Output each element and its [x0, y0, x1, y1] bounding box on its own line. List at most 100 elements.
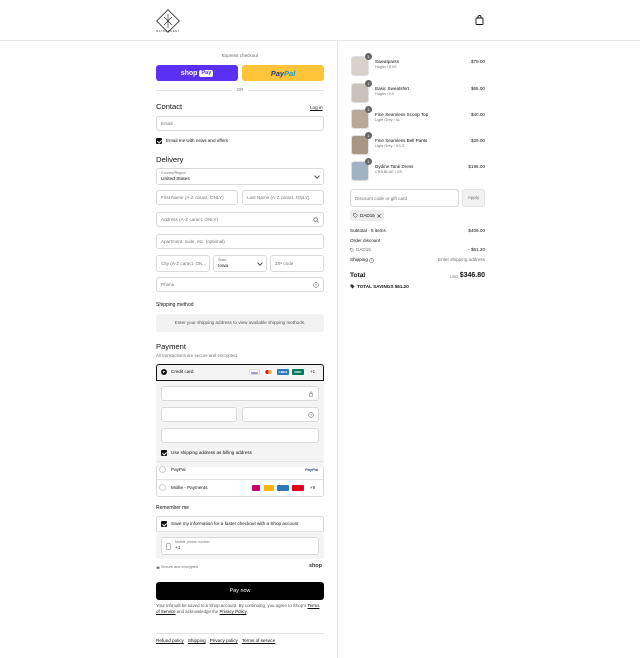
billing-address-label: Use shipping address as billing address: [171, 450, 252, 455]
shipping-method-heading: Shipping method: [156, 302, 194, 308]
shipping-label: Shipping: [350, 257, 368, 262]
city-field[interactable]: City (A-Z caract. ON...: [156, 255, 210, 272]
tag-icon: [350, 284, 355, 289]
payment-brand-icon: [292, 485, 304, 491]
cart-item: 1 Dydine Tank Dress CRA BLUE / XS $195.0…: [351, 158, 485, 183]
logo-text: BATHDECENT: [156, 30, 180, 33]
city-placeholder: City (A-Z caract. ON...: [161, 261, 207, 266]
expiration-field[interactable]: [161, 407, 237, 422]
product-price: $29.00: [470, 138, 485, 143]
paypal-radio[interactable]: [159, 466, 166, 473]
email-field[interactable]: Email: [156, 116, 324, 131]
mobile-phone-label: Mobile phone number: [175, 540, 210, 544]
chevron-down-icon: [257, 260, 263, 266]
privacy-link[interactable]: Privacy Policy: [219, 609, 246, 614]
total-value: $346.80: [459, 272, 485, 279]
payment-brand-icon: [277, 485, 289, 491]
product-name: Dydine Tank Dress: [375, 164, 414, 169]
product-variant: CRA BLUE / XS: [375, 170, 403, 174]
billing-address-checkbox[interactable]: [161, 450, 167, 456]
card-number-field[interactable]: [161, 386, 319, 401]
savings-row: TOTAL SAVINGS $61.20: [350, 284, 485, 291]
mobile-phone-field[interactable]: Mobile phone number +1: [161, 537, 319, 555]
state-label: State: [218, 258, 227, 262]
shop-pay-button[interactable]: shop Pay: [156, 65, 238, 81]
help-icon[interactable]: ?: [313, 282, 319, 288]
phone-placeholder: Phone: [161, 282, 175, 287]
discount-code-label: DAD15: [356, 247, 371, 252]
discount-code-row: DAD15 - $61.20: [350, 247, 485, 254]
product-price: $79.00: [470, 59, 485, 64]
legal-text-2: and acknowledge the: [175, 609, 220, 615]
quantity-badge: 1: [365, 53, 372, 60]
search-icon: [313, 217, 319, 223]
discount-code-field[interactable]: Discount code or gift card: [350, 189, 459, 207]
payment-brand-icon: [252, 485, 260, 491]
first-name-field[interactable]: First Name (A-Z caract. ONLY): [156, 190, 238, 205]
apartment-field[interactable]: Apartment, suite, etc. (optional): [156, 234, 324, 249]
savings-label: TOTAL SAVINGS $61.20: [357, 284, 409, 289]
close-icon[interactable]: [377, 213, 381, 218]
payment-heading: Payment: [156, 342, 186, 351]
zip-field[interactable]: ZIP code: [270, 255, 324, 272]
refund-policy-link[interactable]: Refund policy: [156, 638, 184, 643]
footer-links: Refund policy Shipping Privacy policy Terms…: [156, 638, 279, 643]
total-row: Total USD $346.80: [350, 272, 485, 282]
svg-text:?: ?: [315, 283, 317, 287]
save-info-label: Save my information for a faster checkou…: [171, 521, 299, 526]
mollie-option-label: Mollie - Payments: [171, 485, 208, 490]
product-variant: Hoglin / XS: [375, 92, 394, 96]
security-code-field[interactable]: ?: [242, 407, 319, 422]
header: BATHDECENT: [0, 0, 640, 41]
country-select[interactable]: Country/Region United States: [156, 168, 324, 185]
pay-now-button[interactable]: Pay now: [156, 582, 324, 600]
product-variant: Light Grey / XL: [375, 118, 401, 122]
product-variant: Light Grey / XS-S: [375, 144, 405, 148]
payment-subtitle: All transactions are secure and encrypte…: [156, 353, 239, 358]
apartment-placeholder: Apartment, suite, etc. (optional): [161, 239, 225, 244]
payment-brand-icon: [264, 485, 274, 491]
apply-button[interactable]: Apply: [462, 189, 485, 207]
address-field[interactable]: Address (A-Z caract. ONLY): [156, 212, 324, 227]
name-on-card-field[interactable]: [161, 428, 319, 443]
paypal-button[interactable]: Pay Pal: [242, 65, 324, 81]
total-label: Total: [350, 272, 366, 279]
savings-value: $61.20: [394, 284, 409, 289]
svg-text:?: ?: [371, 258, 373, 262]
lock-icon: [308, 391, 314, 397]
newsletter-label: Email me with news and offers: [166, 138, 229, 143]
shipping-link[interactable]: Shipping: [188, 638, 206, 643]
privacy-policy-link[interactable]: Privacy policy: [210, 638, 238, 643]
order-summary-panel: [337, 41, 640, 658]
mollie-radio[interactable]: [159, 484, 166, 491]
order-discount-row: Order discount: [350, 238, 485, 245]
phone-field[interactable]: Phone ?: [156, 277, 324, 292]
shopping-bag-icon[interactable]: [475, 15, 484, 25]
subtotal-label: Subtotal · 5 items: [350, 228, 386, 233]
help-icon[interactable]: ?: [308, 412, 314, 418]
divider: [157, 461, 323, 462]
visa-icon: VISA: [249, 369, 260, 375]
shop-pay-suffix: Pay: [199, 69, 214, 77]
credit-card-radio[interactable]: [161, 369, 167, 375]
product-name: Fine Seamless Bell Pants: [375, 138, 428, 143]
cart-item: 1 Basic Sweatshirt Hoglin / XS $65.00: [351, 80, 485, 105]
amex-icon: AMEX: [277, 369, 289, 375]
legal-text-3: .: [246, 609, 248, 615]
last-name-field[interactable]: Last Name (A-Z caract. ONLY): [242, 190, 324, 205]
state-select[interactable]: State Iowa: [213, 255, 267, 272]
help-icon[interactable]: ?: [369, 257, 374, 263]
login-link[interactable]: Log in: [310, 105, 323, 110]
first-name-placeholder: First Name (A-Z caract. ONLY): [161, 195, 224, 200]
or-text: OR: [232, 87, 248, 92]
newsletter-checkbox[interactable]: [156, 138, 162, 144]
terms-of-service-link[interactable]: Terms of service: [242, 638, 275, 643]
legal-text: Your info will be saved to a Shop accoun…: [156, 603, 324, 615]
shipping-row: Shipping ? Enter shipping address: [350, 257, 485, 264]
save-info-checkbox[interactable]: [161, 521, 167, 527]
paypal-logo: PayPal: [305, 467, 319, 472]
discount-chip-code: DAD15: [360, 213, 375, 218]
product-name: Basic Sweatshirt: [375, 86, 409, 91]
cart-item: 1 Fine Seamless Scoop Top Light Grey / X…: [351, 106, 485, 131]
phone-icon: [166, 543, 171, 550]
